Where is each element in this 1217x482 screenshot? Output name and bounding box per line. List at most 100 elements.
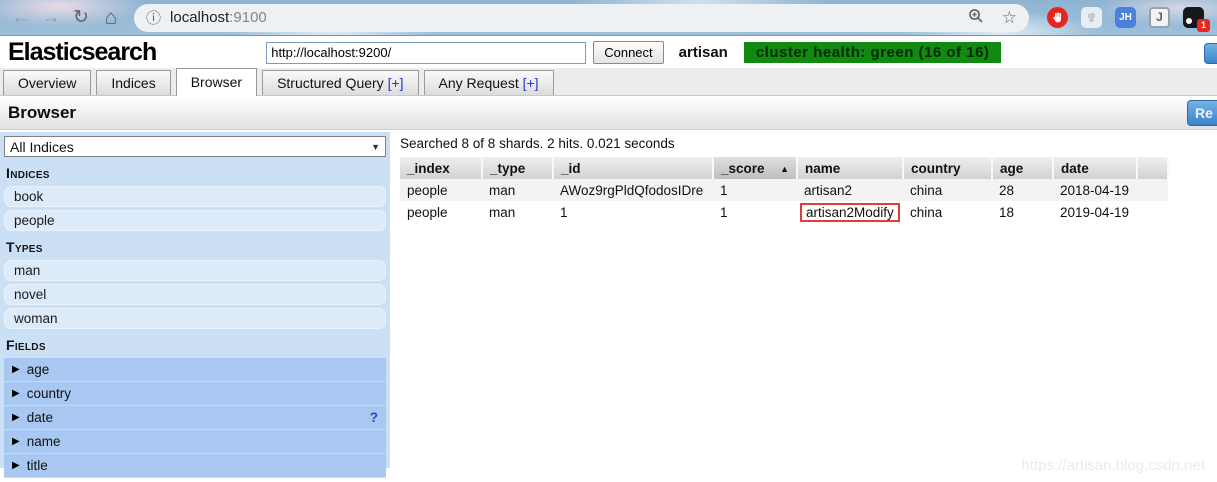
tab-overview[interactable]: Overview	[3, 70, 92, 95]
cell-empty	[1137, 179, 1168, 201]
sidebar: All Indices ▼ Indices book people Types …	[0, 132, 390, 478]
table-header-row: _index _type _id _score ▲ name country a…	[400, 157, 1169, 179]
col-country[interactable]: country	[903, 157, 993, 179]
cell-date: 2019-04-19	[1060, 204, 1130, 220]
chevron-down-icon: ▼	[371, 141, 380, 152]
col-index[interactable]: _index	[400, 157, 483, 179]
expand-arrow-icon[interactable]: ▶	[12, 436, 20, 447]
expand-arrow-icon[interactable]: ▶	[12, 412, 20, 423]
cell-name: artisan2	[797, 179, 903, 201]
cell-age: 18	[999, 204, 1015, 220]
expand-arrow-icon[interactable]: ▶	[12, 460, 20, 471]
forward-icon[interactable]: →	[36, 7, 66, 29]
expand-arrow-icon[interactable]: ▶	[12, 388, 20, 399]
col-date[interactable]: date	[1053, 157, 1138, 179]
index-filter-select[interactable]: All Indices ▼	[4, 136, 386, 157]
sidebar-field-title[interactable]: ▶ title	[4, 454, 386, 478]
tab-plus-icon: [+]	[522, 75, 539, 91]
tab-bar: Overview Indices Browser Structured Quer…	[0, 68, 1217, 96]
info-button-partial[interactable]	[1204, 43, 1217, 64]
page-title: Browser	[8, 102, 77, 122]
cluster-health-badge: cluster health: green (16 of 16)	[743, 42, 1002, 63]
site-info-icon[interactable]: ⓘ	[146, 7, 161, 28]
col-type[interactable]: _type	[482, 157, 554, 179]
cell-id: 1	[560, 204, 568, 220]
connect-button[interactable]: Connect	[593, 41, 664, 64]
cell-empty	[1137, 201, 1168, 223]
search-summary: Searched 8 of 8 shards. 2 hits. 0.021 se…	[400, 136, 675, 151]
field-label: country	[26, 386, 71, 401]
indices-section-header: Indices	[6, 165, 50, 181]
sidebar-field-country[interactable]: ▶ country	[4, 382, 386, 406]
robot-extension-icon[interactable]	[1081, 7, 1102, 28]
refresh-button[interactable]: Re	[1187, 100, 1217, 126]
tab-structured-query-label: Structured Query	[277, 75, 384, 91]
sort-asc-icon: ▲	[780, 163, 789, 174]
sidebar-field-age[interactable]: ▶ age	[4, 358, 386, 382]
tab-indices-label: Indices	[111, 75, 156, 91]
sidebar-field-date[interactable]: ▶ date ?	[4, 406, 386, 430]
col-age[interactable]: age	[992, 157, 1054, 179]
field-label: name	[26, 434, 61, 449]
fields-section-header: Fields	[6, 337, 46, 353]
back-icon[interactable]: ←	[6, 7, 36, 29]
zoom-icon[interactable]	[968, 8, 984, 27]
tab-overview-label: Overview	[18, 75, 77, 91]
help-icon[interactable]: ?	[370, 410, 378, 425]
url-host: localhost	[170, 9, 230, 26]
sidebar-item-type-man[interactable]: man	[4, 260, 386, 281]
tab-any-request[interactable]: Any Request [+]	[423, 70, 554, 95]
col-score-label: _score	[721, 160, 765, 176]
csdn-watermark: https://artisan.blog.csdn.net	[1021, 457, 1205, 474]
refresh-icon[interactable]: ↻	[66, 6, 96, 29]
cell-age: 28	[992, 179, 1053, 201]
cell-index: people	[400, 179, 482, 201]
index-filter-value: All Indices	[10, 138, 74, 155]
bookmark-star-icon[interactable]: ☆	[1002, 8, 1017, 28]
camera-dot	[1186, 18, 1192, 24]
cell-name-value: artisan2Modify	[806, 204, 894, 220]
col-empty	[1137, 157, 1169, 179]
browser-toolbar: ← → ↻ ⌂ ⓘ localhost :9100 ☆ JH J 1	[0, 0, 1217, 36]
field-label: title	[26, 458, 48, 473]
sidebar-item-type-novel[interactable]: novel	[4, 284, 386, 305]
cell-type: man	[482, 179, 553, 201]
col-name[interactable]: name	[797, 157, 904, 179]
notification-badge: 1	[1197, 19, 1210, 32]
field-label: age	[26, 362, 50, 377]
app-header: Elasticsearch Connect artisan cluster he…	[0, 37, 1217, 68]
expand-arrow-icon[interactable]: ▶	[12, 364, 20, 375]
cell-index: people	[407, 204, 448, 220]
tab-indices[interactable]: Indices	[96, 70, 171, 95]
table-row[interactable]: people man AWoz9rgPldQfodosIDre 1 artisa…	[400, 179, 1168, 201]
highlight-annotation: artisan2Modify	[800, 202, 900, 222]
tab-any-request-label: Any Request	[438, 75, 519, 91]
table-row[interactable]: people man 1 1 artisan2Modify china 18 2…	[400, 201, 1168, 223]
tab-browser[interactable]: Browser	[175, 68, 258, 96]
results-panel: Searched 8 of 8 shards. 2 hits. 0.021 se…	[400, 136, 1210, 223]
sidebar-item-index-book[interactable]: book	[4, 186, 386, 207]
home-icon[interactable]: ⌂	[96, 6, 126, 30]
screenshot-extension-icon[interactable]: 1	[1183, 7, 1210, 32]
tab-plus-icon: [+]	[387, 75, 404, 91]
address-bar[interactable]: ⓘ localhost :9100 ☆	[134, 3, 1029, 32]
col-score[interactable]: _score ▲	[713, 157, 798, 179]
cell-name: artisan2Modify	[797, 201, 903, 223]
adblock-extension-icon[interactable]	[1047, 7, 1068, 28]
results-table: _index _type _id _score ▲ name country a…	[400, 157, 1169, 223]
tab-browser-label: Browser	[190, 74, 243, 90]
col-id[interactable]: _id	[553, 157, 714, 179]
cell-country: china	[903, 179, 992, 201]
url-port: :9100	[229, 9, 267, 26]
cell-type: man	[489, 204, 516, 220]
sidebar-item-index-people[interactable]: people	[4, 210, 386, 231]
cell-id: AWoz9rgPldQfodosIDre	[553, 179, 713, 201]
jh-extension-icon[interactable]: JH	[1115, 7, 1136, 28]
j-extension-icon[interactable]: J	[1149, 7, 1170, 28]
cell-date: 2018-04-19	[1053, 179, 1137, 201]
endpoint-input[interactable]	[266, 41, 587, 64]
sidebar-field-name[interactable]: ▶ name	[4, 430, 386, 454]
sidebar-item-type-woman[interactable]: woman	[4, 308, 386, 329]
app-title: Elasticsearch	[8, 38, 157, 66]
tab-structured-query[interactable]: Structured Query [+]	[262, 70, 419, 95]
